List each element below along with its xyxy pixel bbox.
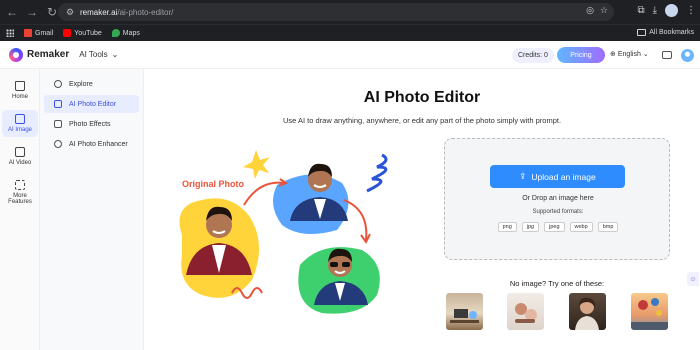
- app-header: Remaker AI Tools ⌄ Credits: 0 Pricing ⊕ En…: [0, 41, 700, 69]
- page-subtitle: Use AI to draw anything, anywhere, or ed…: [282, 116, 562, 125]
- effects-icon: [54, 120, 62, 128]
- hero-illustration: Original Photo: [172, 145, 412, 315]
- download-icon[interactable]: ⤓: [653, 5, 657, 16]
- sample-cosmetics-graphic: [515, 303, 537, 323]
- address-bar[interactable]: ⚙ remaker.ai/ai-photo-editor/ ◎ ☆: [58, 3, 614, 21]
- grid-icon: [15, 180, 25, 190]
- rail-item-ai-video[interactable]: AI Video: [2, 143, 38, 170]
- sample-images: [446, 293, 668, 330]
- sample-image-cosmetics[interactable]: [507, 293, 544, 330]
- bookmark-youtube[interactable]: YouTube: [63, 29, 102, 37]
- rail-item-more-features[interactable]: More Features: [2, 176, 38, 209]
- sample-desk-graphic: [450, 309, 479, 323]
- subnav-item-ai-photo-editor[interactable]: AI Photo Editor: [44, 95, 139, 113]
- subnav-item-explore[interactable]: Explore: [44, 75, 139, 93]
- compass-icon: [54, 80, 62, 88]
- all-bookmarks[interactable]: All Bookmarks: [637, 29, 694, 36]
- extensions-icon[interactable]: ⧉: [637, 5, 644, 16]
- format-badge: jpeg: [544, 222, 565, 232]
- star-icon[interactable]: ☆: [600, 5, 608, 16]
- subnav-item-ai-photo-enhancer[interactable]: AI Photo Enhancer: [44, 135, 139, 153]
- globe-icon: ⊕: [610, 51, 616, 58]
- subnav-item-label: AI Photo Editor: [69, 100, 117, 108]
- upload-icon: ⇪: [519, 171, 527, 181]
- original-photo-label: Original Photo: [182, 179, 244, 189]
- formats-label: Supported formats:: [532, 209, 584, 215]
- sub-sidebar: Explore AI Photo Editor Photo Effects AI…: [40, 69, 144, 350]
- apps-grid-icon[interactable]: [6, 29, 14, 37]
- rail-item-label: Home: [11, 94, 28, 100]
- profile-avatar[interactable]: [665, 4, 678, 17]
- forward-arrow-icon[interactable]: →: [24, 4, 40, 20]
- floating-helper-icon[interactable]: ☺: [687, 272, 699, 286]
- sample-woman-graphic: [575, 297, 599, 330]
- sample-image-balloons[interactable]: [631, 293, 668, 330]
- subnav-item-label: Photo Effects: [69, 120, 111, 128]
- brand-name[interactable]: Remaker: [27, 49, 69, 60]
- format-badge: jpg: [521, 222, 540, 232]
- rail-item-home[interactable]: Home: [2, 77, 38, 104]
- upload-image-button[interactable]: ⇪ Upload an image: [490, 165, 625, 188]
- menu-icon[interactable]: ⋮: [686, 5, 696, 16]
- enhancer-icon: [54, 140, 62, 148]
- illustration-graphic: [179, 150, 388, 314]
- sample-images-label: No image? Try one of these:: [509, 279, 605, 288]
- drop-hint: Or Drop an image here: [522, 195, 594, 202]
- rail-item-label: AI Video: [8, 160, 32, 166]
- url-text: remaker.ai/ai-photo-editor/: [80, 7, 174, 17]
- folder-icon: [637, 29, 647, 36]
- photo-edit-icon: [54, 100, 62, 108]
- subnav-item-label: AI Photo Enhancer: [69, 140, 128, 148]
- bookmark-maps[interactable]: Maps: [111, 29, 140, 37]
- rail-item-label: More Features: [8, 193, 32, 205]
- home-icon: [15, 81, 25, 91]
- pricing-button[interactable]: Pricing: [557, 47, 605, 63]
- chevron-down-icon: ⌄: [642, 51, 649, 58]
- rail-item-label: AI Image: [7, 127, 32, 133]
- youtube-icon: [63, 29, 72, 37]
- image-icon: [15, 114, 25, 124]
- subnav-item-photo-effects[interactable]: Photo Effects: [44, 115, 139, 133]
- main-content: AI Photo Editor Use AI to draw anything,…: [144, 69, 700, 350]
- subnav-item-label: Explore: [69, 80, 93, 88]
- upload-button-label: Upload an image: [531, 171, 596, 182]
- user-avatar[interactable]: [681, 49, 694, 62]
- left-rail: Home AI Image AI Video More Features: [0, 69, 40, 350]
- credits-badge[interactable]: Credits: 0: [512, 48, 554, 63]
- bookmarks-bar: Gmail YouTube Maps All Bookmarks: [0, 24, 700, 41]
- video-icon: [15, 147, 25, 157]
- format-list: png jpg jpeg webp bmp: [445, 222, 671, 232]
- eye-off-icon[interactable]: ◎: [586, 5, 594, 16]
- ai-tools-dropdown[interactable]: AI Tools ⌄: [79, 50, 118, 59]
- sample-image-woman[interactable]: [569, 293, 606, 330]
- gmail-icon: [24, 29, 32, 37]
- page-title: AI Photo Editor: [363, 89, 481, 106]
- site-info-icon[interactable]: ⚙: [64, 6, 76, 18]
- format-badge: png: [497, 222, 517, 232]
- upload-dropzone[interactable]: ⇪ Upload an image Or Drop an image here …: [444, 138, 670, 260]
- bookmark-gmail[interactable]: Gmail: [24, 29, 53, 37]
- message-icon[interactable]: [662, 51, 672, 59]
- format-badge: webp: [569, 222, 593, 232]
- remaker-logo-icon[interactable]: [9, 47, 23, 62]
- chevron-down-icon: ⌄: [111, 50, 119, 59]
- browser-toolbar: ← → ↻ ⚙ remaker.ai/ai-photo-editor/ ◎ ☆ …: [0, 0, 700, 24]
- maps-icon: [111, 29, 120, 37]
- rail-item-ai-image[interactable]: AI Image: [2, 110, 38, 137]
- language-selector[interactable]: ⊕ English ⌄: [610, 50, 649, 59]
- format-badge: bmp: [597, 222, 619, 232]
- sample-image-desk[interactable]: [446, 293, 483, 330]
- sample-balloons-graphic: [631, 298, 668, 330]
- back-arrow-icon[interactable]: ←: [4, 4, 20, 20]
